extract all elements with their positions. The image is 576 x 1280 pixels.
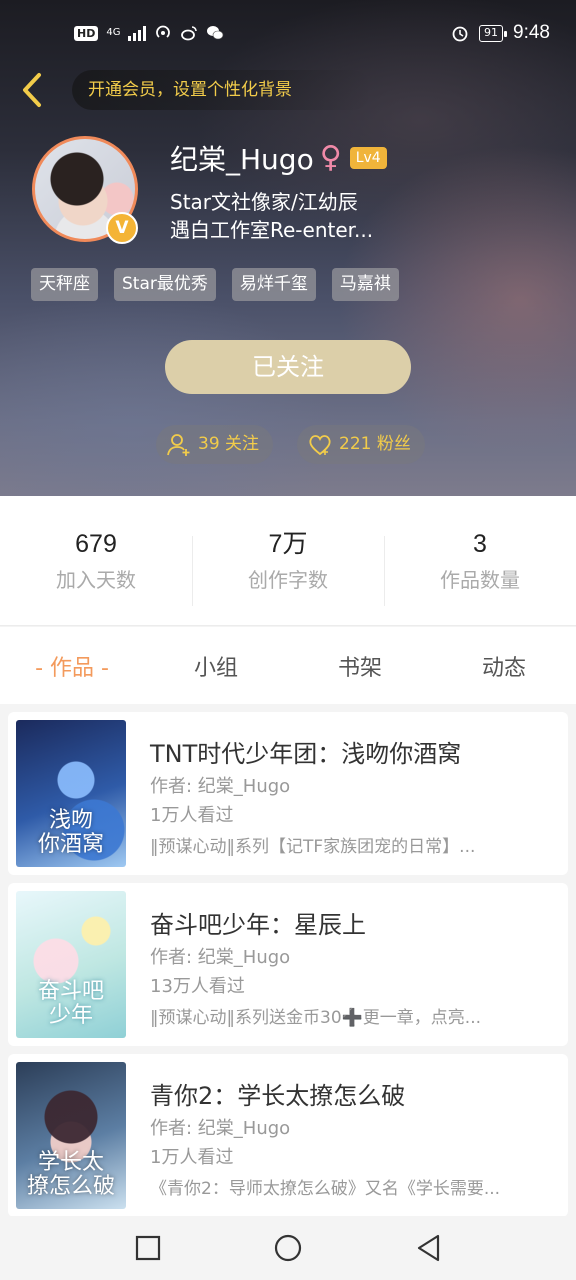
alarm-icon [452,26,468,42]
work-author: 作者: 纪棠_Hugo [150,947,291,968]
stat-value: 679 [75,530,117,558]
work-title[interactable]: 青你2：学长太撩怎么破 [150,1076,405,1111]
works-list: 浅吻 你酒窝 TNT时代少年团：浅吻你酒窝 作者: 纪棠_Hugo 1万人看过 … [8,712,568,1225]
wechat-icon [207,26,224,40]
stat-label: 作品数量 [440,568,520,592]
network-type: 4G [106,27,121,38]
level-badge: Lv4 [349,147,387,169]
back-button[interactable] [14,70,50,110]
tab-bookshelf[interactable]: 书架 [288,650,432,682]
book-cover[interactable]: 浅吻 你酒窝 [16,720,126,867]
stat-label: 创作字数 [248,568,328,592]
circle-icon [274,1234,302,1262]
tag-list: 天秤座 Star最优秀 易烊千玺 马嘉祺 [31,268,399,301]
work-views: 13万人看过 [150,976,245,997]
hd-badge: HD [74,25,99,41]
clock: 9:48 [513,22,550,43]
signal-icon [128,25,147,41]
stat-label: 加入天数 [56,568,136,592]
verified-badge: V [106,212,138,244]
followed-button[interactable]: 已关注 [165,340,411,394]
username-row: 纪棠_Hugo ♀ Lv4 [170,138,387,178]
status-bar: HD 4G 91 9:48 [0,0,576,70]
bio: Star文社像家/江幼辰 遇白工作室Re-enter... [170,188,400,244]
followers-count: 221 粉丝 [339,434,411,454]
following-count: 39 关注 [198,434,260,454]
tab-works[interactable]: - 作品 - [0,650,144,682]
square-icon [135,1235,161,1261]
work-author: 作者: 纪棠_Hugo [150,1118,291,1139]
work-title[interactable]: 奋斗吧少年：星辰上 [150,905,366,940]
work-card[interactable]: 浅吻 你酒窝 TNT时代少年团：浅吻你酒窝 作者: 纪棠_Hugo 1万人看过 … [8,712,568,875]
followers-button[interactable]: 221 粉丝 [297,425,425,464]
tag[interactable]: 天秤座 [31,268,98,301]
triangle-back-icon [417,1234,440,1262]
follow-counts: 39 关注 221 粉丝 [156,425,425,464]
home-button[interactable] [262,1222,314,1274]
heart-icon [309,434,331,455]
stat-value: 7万 [268,530,308,558]
following-button[interactable]: 39 关注 [156,425,274,464]
work-card[interactable]: 奋斗吧 少年 奋斗吧少年：星辰上 作者: 纪棠_Hugo 13万人看过 ‖预谋心… [8,883,568,1046]
tag[interactable]: 易烊千玺 [231,268,316,301]
work-description: ‖预谋心动‖系列送金币30➕更一章，点亮... [150,1008,482,1028]
bio-line-1: Star文社像家/江幼辰 [170,190,358,214]
work-description: 《青你2：导师太撩怎么破》又名《学长需要... [150,1179,501,1199]
work-views: 1万人看过 [150,805,234,826]
weibo-icon [181,26,198,41]
stat-works-count: 3 作品数量 [384,528,576,606]
user-add-icon [167,433,190,456]
chevron-left-icon [23,73,41,107]
stats-row: 679 加入天数 7万 创作字数 3 作品数量 [0,496,576,626]
tab-activity[interactable]: 动态 [432,650,576,682]
work-title[interactable]: TNT时代少年团：浅吻你酒窝 [150,734,461,769]
book-cover[interactable]: 学长太 撩怎么破 [16,1062,126,1209]
system-nav-bar [0,1216,576,1280]
bio-line-2: 遇白工作室Re-enter... [170,218,374,242]
cover-title: 浅吻 你酒窝 [37,808,104,857]
avatar-wrap[interactable]: V [32,136,138,244]
status-left: HD 4G [74,24,224,42]
stat-value: 3 [473,530,487,558]
tab-groups[interactable]: 小组 [144,650,288,682]
female-icon: ♀ [319,140,342,175]
vip-banner[interactable]: 开通会员，设置个性化背景 [72,70,372,110]
back-nav-button[interactable] [402,1222,454,1274]
work-card[interactable]: 学长太 撩怎么破 青你2：学长太撩怎么破 作者: 纪棠_Hugo 1万人看过 《… [8,1054,568,1217]
tag[interactable]: Star最优秀 [114,268,216,301]
cover-title: 奋斗吧 少年 [37,979,104,1028]
recents-button[interactable] [122,1222,174,1274]
battery-icon: 91 [479,24,508,42]
work-author: 作者: 纪棠_Hugo [150,776,291,797]
stat-join-days: 679 加入天数 [0,528,192,593]
stat-word-count: 7万 创作字数 [192,528,384,606]
work-views: 1万人看过 [150,1147,234,1168]
profile-header: HD 4G 91 9:48 开通会员，设置个性化背景 V 纪棠_Hugo ♀ L… [0,0,576,496]
tag[interactable]: 马嘉祺 [331,268,399,301]
work-description: ‖预谋心动‖系列【记TF家族团宠的日常】... [150,837,476,857]
hotspot-icon [156,25,171,38]
status-right: 91 9:48 [451,22,550,44]
username: 纪棠_Hugo [170,143,314,176]
cover-title: 学长太 撩怎么破 [26,1150,115,1199]
tab-bar: - 作品 - 小组 书架 动态 [0,627,576,704]
book-cover[interactable]: 奋斗吧 少年 [16,891,126,1038]
